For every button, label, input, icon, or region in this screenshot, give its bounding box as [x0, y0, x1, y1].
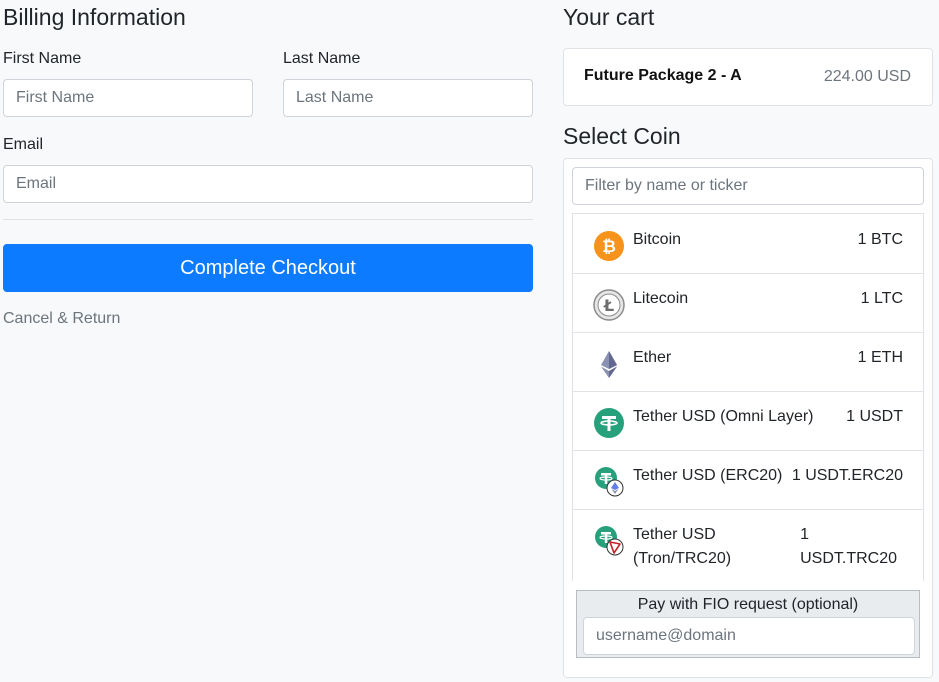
coin-name: Tether USD (Omni Layer) [633, 408, 814, 425]
coin-amount: 1 BTC [857, 231, 903, 248]
coin-amount: 1 USDT [846, 408, 903, 425]
coin-list[interactable]: ₿ Bitcoin 1 BTC Ł Litecoin 1 LTC Ether 1… [572, 213, 924, 581]
coin-name-line1: Tether USD [633, 526, 716, 543]
coin-filter-input[interactable] [572, 167, 924, 205]
cancel-return-link[interactable]: Cancel & Return [3, 310, 120, 328]
coin-name-line2: (Tron/TRC20) [633, 550, 732, 567]
fio-request-label: Pay with FIO request (optional) [637, 596, 859, 613]
cart-item-name: Future Package 2 - A [584, 67, 742, 84]
cart-item-price: 224.00 USD [823, 68, 911, 85]
email-label: Email [3, 136, 44, 153]
email-input[interactable] [3, 165, 533, 203]
cart-title: Your cart [563, 4, 655, 30]
coin-amount: 1 USDT.TRC20 [800, 523, 897, 571]
coin-name: Tether USD (Tron/TRC20) [633, 523, 731, 571]
bitcoin-icon: ₿ [593, 230, 625, 262]
coin-row-litecoin[interactable]: Ł Litecoin 1 LTC [573, 273, 923, 333]
fio-request-box: Pay with FIO request (optional) [576, 590, 920, 658]
billing-title: Billing Information [3, 4, 186, 30]
coin-row-ether[interactable]: Ether 1 ETH [573, 332, 923, 392]
coin-row-tether-omni[interactable]: Tether USD (Omni Layer) 1 USDT [573, 391, 923, 451]
svg-text:₿: ₿ [602, 237, 616, 257]
coin-amount: 1 LTC [860, 290, 903, 307]
coin-amount: 1 ETH [857, 349, 903, 366]
tether-erc20-icon [593, 466, 625, 498]
cart-item: Future Package 2 - A 224.00 USD [563, 48, 933, 106]
svg-text:Ł: Ł [603, 296, 614, 315]
fio-username-input[interactable] [583, 617, 915, 655]
coin-row-bitcoin[interactable]: ₿ Bitcoin 1 BTC [573, 214, 923, 274]
coin-name: Bitcoin [633, 231, 682, 248]
tether-icon [593, 407, 625, 439]
coin-amount: 1 USDT.ERC20 [791, 467, 903, 484]
form-divider [3, 219, 533, 220]
complete-checkout-button[interactable]: Complete Checkout [3, 244, 533, 292]
tether-trc20-icon [593, 525, 625, 557]
coin-name: Litecoin [633, 290, 689, 307]
coin-row-tether-trc20[interactable]: Tether USD (Tron/TRC20) 1 USDT.TRC20 [573, 509, 923, 581]
litecoin-icon: Ł [593, 289, 625, 321]
coin-name: Tether USD (ERC20) [633, 467, 783, 484]
coin-amount-line2: USDT.TRC20 [800, 550, 897, 567]
select-coin-title: Select Coin [563, 123, 681, 149]
last-name-label: Last Name [283, 50, 361, 67]
first-name-input[interactable] [3, 79, 253, 117]
first-name-label: First Name [3, 50, 82, 67]
ether-icon [593, 348, 625, 380]
coin-name: Ether [633, 349, 672, 366]
coin-amount-line1: 1 [800, 526, 809, 543]
coin-row-tether-erc20[interactable]: Tether USD (ERC20) 1 USDT.ERC20 [573, 450, 923, 510]
last-name-input[interactable] [283, 79, 533, 117]
